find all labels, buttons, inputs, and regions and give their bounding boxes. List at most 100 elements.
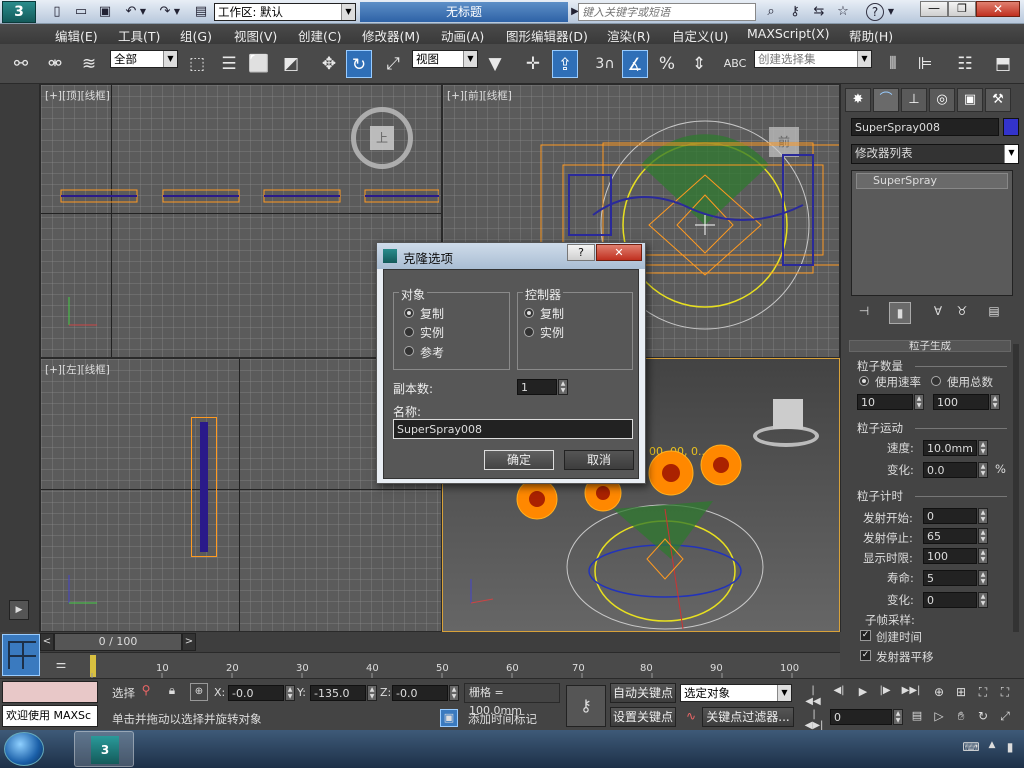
display-tab-icon[interactable]: ▣ <box>957 88 983 112</box>
pivot-icon[interactable]: ▼ <box>482 50 508 78</box>
dialog-help-button[interactable]: ? <box>567 244 595 261</box>
clone-name-field[interactable] <box>393 419 633 439</box>
controller-instance-radio[interactable] <box>524 327 534 337</box>
time-config-icon[interactable]: ▤ <box>908 709 926 725</box>
unlink-icon[interactable]: ⚮ <box>42 50 68 78</box>
manipulate-icon[interactable]: ✛ <box>520 50 546 78</box>
new-file-icon[interactable]: ▯ <box>48 3 66 21</box>
x-coord-spinner[interactable]: ▲ ▼ <box>285 685 295 701</box>
menu-help[interactable]: 帮助(H) <box>849 26 893 45</box>
controller-copy-radio[interactable] <box>524 308 534 318</box>
scale-icon[interactable]: ⤢ <box>380 50 406 78</box>
pan-icon[interactable]: ✋︎ <box>952 709 970 725</box>
speed-variation-field[interactable] <box>923 462 977 478</box>
key-filters-button[interactable]: 关键点过滤器... <box>702 707 794 727</box>
object-color-swatch[interactable] <box>1003 118 1019 136</box>
viewport-left-label[interactable]: [+][左][线框] <box>45 362 110 377</box>
dialog-title-bar[interactable]: 克隆选项 ? ✕ <box>377 243 645 269</box>
tray-chevron-icon[interactable]: ▲ <box>986 740 998 756</box>
absolute-mode-icon[interactable]: ⊕ <box>190 683 208 701</box>
utilities-tab-icon[interactable]: ⚒ <box>985 88 1011 112</box>
key-mode-toggle-icon[interactable]: |◀▶| <box>804 709 824 731</box>
minimize-button[interactable]: — <box>920 1 948 17</box>
rollout-scrollbar[interactable] <box>1013 344 1019 632</box>
select-object-icon[interactable]: ⬚ <box>184 50 210 78</box>
current-frame-field[interactable] <box>830 709 892 725</box>
close-button[interactable]: ✕ <box>976 1 1020 17</box>
viewcube-top[interactable]: 上 <box>351 107 413 169</box>
current-frame-spinner[interactable]: ▲ ▼ <box>893 709 903 725</box>
zoom-extents-all-icon[interactable]: ⛶ <box>996 685 1014 701</box>
emit-start-field[interactable] <box>923 508 977 524</box>
creation-time-checkbox[interactable]: ✓ <box>860 630 871 641</box>
open-file-icon[interactable]: ▭ <box>72 3 90 21</box>
speed-field[interactable] <box>923 440 977 456</box>
maxscript-listener-mini[interactable] <box>2 681 98 703</box>
rect-selection-icon[interactable]: ⬜ <box>246 50 272 78</box>
select-by-name-icon[interactable]: ☰ <box>216 50 242 78</box>
network-tray-icon[interactable]: ▮ <box>1002 740 1018 756</box>
menu-tools[interactable]: 工具(T) <box>118 26 160 45</box>
help-dropdown-icon[interactable]: ▼ <box>886 3 896 21</box>
track-bar[interactable]: ⚌ 10 20 30 40 50 60 70 80 90 100 <box>40 652 840 679</box>
particle-emitters-row[interactable] <box>59 187 440 205</box>
use-rate-radio[interactable] <box>859 376 869 386</box>
object-name-field[interactable] <box>851 118 999 136</box>
cancel-button[interactable]: 取消 <box>564 450 634 470</box>
life-spinner[interactable]: ▲ ▼ <box>978 570 988 586</box>
copies-field[interactable] <box>517 379 557 395</box>
emit-start-spinner[interactable]: ▲ ▼ <box>978 508 988 524</box>
move-icon[interactable]: ✥ <box>316 50 342 78</box>
field-of-view-icon[interactable]: ▷ <box>930 709 948 725</box>
menu-modifiers[interactable]: 修改器(M) <box>362 26 420 45</box>
project-folder-icon[interactable]: ▤ <box>192 3 210 21</box>
exchange-icon[interactable]: ⇆ <box>810 3 828 21</box>
named-selection-dropdown[interactable]: 创建选择集 ▼ <box>754 50 872 68</box>
selection-filter-dropdown[interactable]: 全部 ▼ <box>110 50 178 68</box>
life-variation-field[interactable] <box>923 592 977 608</box>
zoom-all-icon[interactable]: ⊞ <box>952 685 970 701</box>
go-to-start-icon[interactable]: |◀◀ <box>804 685 822 707</box>
emitter-column[interactable] <box>191 417 217 557</box>
object-instance-radio[interactable] <box>404 327 414 337</box>
next-frame-icon[interactable]: |▶ <box>876 685 894 701</box>
menu-views[interactable]: 视图(V) <box>234 26 277 45</box>
key-mode-icon[interactable]: ⚷ <box>566 685 606 727</box>
display-until-spinner[interactable]: ▲ ▼ <box>978 548 988 564</box>
ok-button[interactable]: 确定 <box>484 450 554 470</box>
emitter-translation-checkbox[interactable]: ✓ <box>860 650 871 661</box>
create-tab-icon[interactable]: ✸ <box>845 88 871 112</box>
star-icon[interactable]: ☆ <box>834 3 852 21</box>
time-slider[interactable]: 0 / 100 <box>54 633 182 651</box>
show-end-result-icon[interactable]: ▮ <box>889 302 911 324</box>
search-input[interactable] <box>578 3 756 21</box>
z-coord-field[interactable] <box>392 685 448 701</box>
menu-customize[interactable]: 自定义(U) <box>672 26 728 45</box>
total-spinner[interactable]: ▲ ▼ <box>990 394 1000 410</box>
hierarchy-tab-icon[interactable]: ⊥ <box>901 88 927 112</box>
save-file-icon[interactable]: ▣ <box>96 3 114 21</box>
ref-coord-dropdown[interactable]: 视图 ▼ <box>412 50 478 68</box>
motion-tab-icon[interactable]: ◎ <box>929 88 955 112</box>
bind-spacewarp-icon[interactable]: ≋ <box>76 50 102 78</box>
window-crossing-icon[interactable]: ◩ <box>278 50 304 78</box>
y-coord-field[interactable] <box>310 685 366 701</box>
y-coord-spinner[interactable]: ▲ ▼ <box>367 685 377 701</box>
percent-snap-icon[interactable]: % <box>654 50 680 78</box>
rate-field[interactable] <box>857 394 913 410</box>
undo-dropdown-icon[interactable]: ▼ <box>138 3 148 21</box>
maximize-viewport-icon[interactable]: ⤢ <box>996 709 1014 725</box>
help-icon[interactable]: ? <box>866 3 884 21</box>
emit-stop-field[interactable] <box>923 528 977 544</box>
go-to-end-icon[interactable]: ▶▶| <box>900 685 922 701</box>
menu-maxscript[interactable]: MAXScript(X) <box>747 26 829 41</box>
spinner-snap-icon[interactable]: ⇕ <box>686 50 712 78</box>
taskbar-3dsmax-icon[interactable]: 3 <box>74 731 134 767</box>
pin-stack-icon[interactable]: ⊣ <box>855 304 873 322</box>
start-button[interactable] <box>4 732 44 766</box>
edit-named-selection-icon[interactable]: ABC <box>722 50 748 78</box>
snap-toggle-icon[interactable]: 3∩ <box>592 50 618 78</box>
menu-animation[interactable]: 动画(A) <box>441 26 484 45</box>
add-time-tag-label[interactable]: 添加时间标记 <box>468 711 537 727</box>
use-total-radio[interactable] <box>931 376 941 386</box>
